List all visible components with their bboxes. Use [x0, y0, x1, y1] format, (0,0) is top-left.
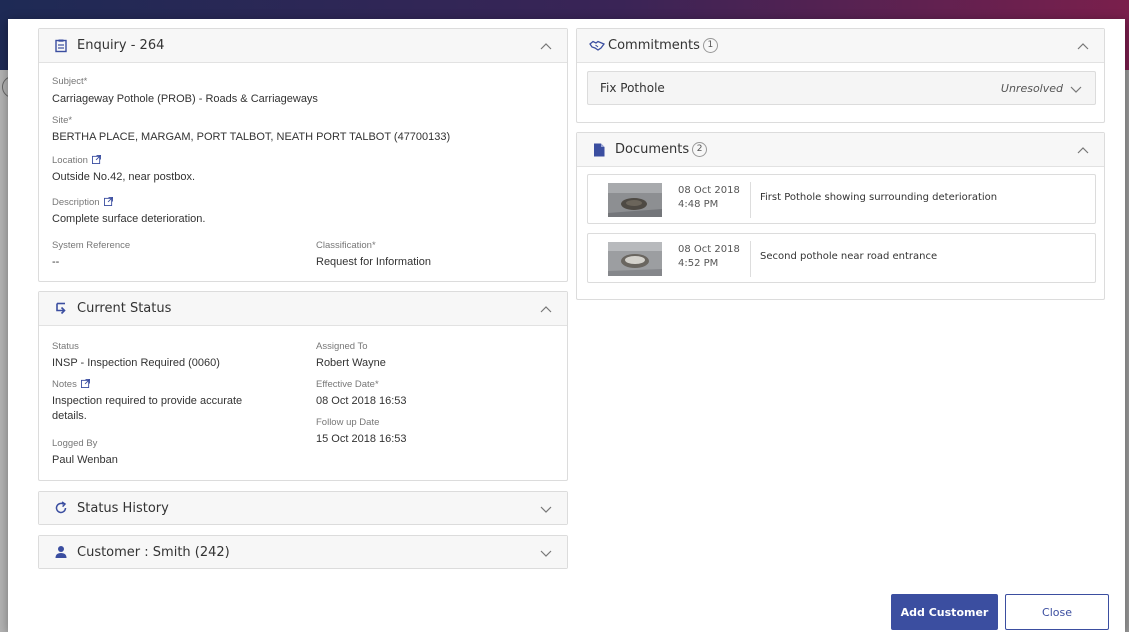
- commitments-panel: Commitments 1 Fix Pothole Unresolved: [576, 28, 1105, 123]
- document-date: 08 Oct 2018: [678, 185, 740, 196]
- chevron-up-icon[interactable]: [1076, 143, 1090, 157]
- document-time: 4:52 PM: [678, 258, 719, 269]
- refresh-icon: [53, 500, 69, 516]
- system-reference-label: System Reference: [52, 240, 131, 251]
- documents-header[interactable]: Documents 2: [577, 133, 1104, 167]
- document-item[interactable]: 08 Oct 2018 4:52 PM Second pothole near …: [587, 233, 1096, 283]
- external-link-icon[interactable]: [91, 155, 101, 164]
- location-label-text: Location: [52, 155, 88, 166]
- chevron-up-icon[interactable]: [539, 39, 553, 53]
- description-value: Complete surface deterioration.: [52, 213, 206, 225]
- chevron-down-icon[interactable]: [539, 502, 553, 516]
- document-icon: [591, 142, 607, 158]
- external-link-icon[interactable]: [80, 379, 90, 388]
- current-status-header[interactable]: Current Status: [39, 292, 567, 326]
- person-icon: [53, 544, 69, 560]
- chevron-up-icon[interactable]: [1076, 39, 1090, 53]
- effective-date-label: Effective Date*: [316, 379, 379, 390]
- status-history-panel[interactable]: Status History: [38, 491, 568, 525]
- external-link-icon[interactable]: [103, 197, 113, 206]
- commitment-status: Unresolved: [1000, 82, 1063, 95]
- document-datetime: 08 Oct 2018 4:48 PM: [678, 184, 740, 212]
- handshake-icon: [589, 38, 605, 54]
- chevron-down-icon[interactable]: [1069, 82, 1083, 96]
- document-description: Second pothole near road entrance: [760, 251, 938, 262]
- status-value: INSP - Inspection Required (0060): [52, 357, 220, 369]
- current-status-panel: Current Status Status INSP - Inspection …: [38, 291, 568, 481]
- close-button[interactable]: Close: [1005, 594, 1109, 630]
- customer-title: Customer : Smith (242): [77, 544, 230, 560]
- document-thumbnail[interactable]: [608, 242, 662, 276]
- status-label: Status: [52, 341, 79, 352]
- follow-up-value: 15 Oct 2018 16:53: [316, 433, 407, 445]
- add-customer-button[interactable]: Add Customer: [891, 594, 998, 630]
- assigned-to-label: Assigned To: [316, 341, 368, 352]
- document-item[interactable]: 08 Oct 2018 4:48 PM First Pothole showin…: [587, 174, 1096, 224]
- status-change-icon: [53, 301, 69, 317]
- enquiry-panel-header[interactable]: Enquiry - 264: [39, 29, 567, 63]
- notes-label-text: Notes: [52, 379, 77, 390]
- site-label: Site*: [52, 115, 73, 126]
- clipboard-icon: [53, 38, 69, 54]
- subject-label: Subject*: [52, 76, 88, 87]
- notes-label: Notes: [52, 379, 90, 390]
- documents-title: Documents: [615, 142, 690, 157]
- enquiry-panel: Enquiry - 264 Subject* Carriageway Potho…: [38, 28, 568, 282]
- logged-by-label: Logged By: [52, 438, 98, 449]
- commitments-header[interactable]: Commitments 1: [577, 29, 1104, 63]
- site-value: BERTHA PLACE, MARGAM, PORT TALBOT, NEATH…: [52, 131, 451, 143]
- status-history-title: Status History: [77, 500, 169, 516]
- description-label-text: Description: [52, 197, 100, 208]
- description-label: Description: [52, 197, 113, 208]
- location-label: Location: [52, 155, 101, 166]
- enquiry-title: Enquiry - 264: [77, 38, 165, 53]
- commitments-title: Commitments: [608, 38, 700, 53]
- subject-value: Carriageway Pothole (PROB) - Roads & Car…: [52, 93, 318, 105]
- divider: [750, 182, 751, 218]
- enquiry-modal: Enquiry - 264 Subject* Carriageway Potho…: [8, 19, 1125, 632]
- customer-panel[interactable]: Customer : Smith (242): [38, 535, 568, 569]
- logged-by-value: Paul Wenban: [52, 454, 118, 466]
- document-date: 08 Oct 2018: [678, 244, 740, 255]
- document-thumbnail[interactable]: [608, 183, 662, 217]
- document-datetime: 08 Oct 2018 4:52 PM: [678, 243, 740, 271]
- documents-count-badge: 2: [692, 142, 708, 157]
- effective-date-value: 08 Oct 2018 16:53: [316, 395, 407, 407]
- follow-up-label: Follow up Date: [316, 417, 380, 428]
- classification-value: Request for Information: [316, 256, 431, 268]
- document-time: 4:48 PM: [678, 199, 719, 210]
- notes-line-2: details.: [52, 410, 87, 422]
- system-reference-value: --: [52, 256, 60, 268]
- assigned-to-value: Robert Wayne: [316, 357, 386, 369]
- chevron-down-icon[interactable]: [539, 546, 553, 560]
- classification-label: Classification*: [316, 240, 376, 251]
- chevron-up-icon[interactable]: [539, 302, 553, 316]
- location-value: Outside No.42, near postbox.: [52, 171, 196, 183]
- commitment-title: Fix Pothole: [600, 81, 665, 95]
- divider: [750, 241, 751, 277]
- current-status-title: Current Status: [77, 301, 172, 316]
- document-description: First Pothole showing surrounding deteri…: [760, 192, 998, 203]
- notes-line-1: Inspection required to provide accurate: [52, 395, 243, 407]
- customer-header[interactable]: Customer : Smith (242): [39, 536, 567, 568]
- commitments-count-badge: 1: [702, 38, 718, 53]
- commitment-item[interactable]: Fix Pothole Unresolved: [587, 71, 1096, 105]
- status-history-header[interactable]: Status History: [39, 492, 567, 524]
- documents-panel: Documents 2 08 Oct 2018 4:48 PM First Po…: [576, 132, 1105, 300]
